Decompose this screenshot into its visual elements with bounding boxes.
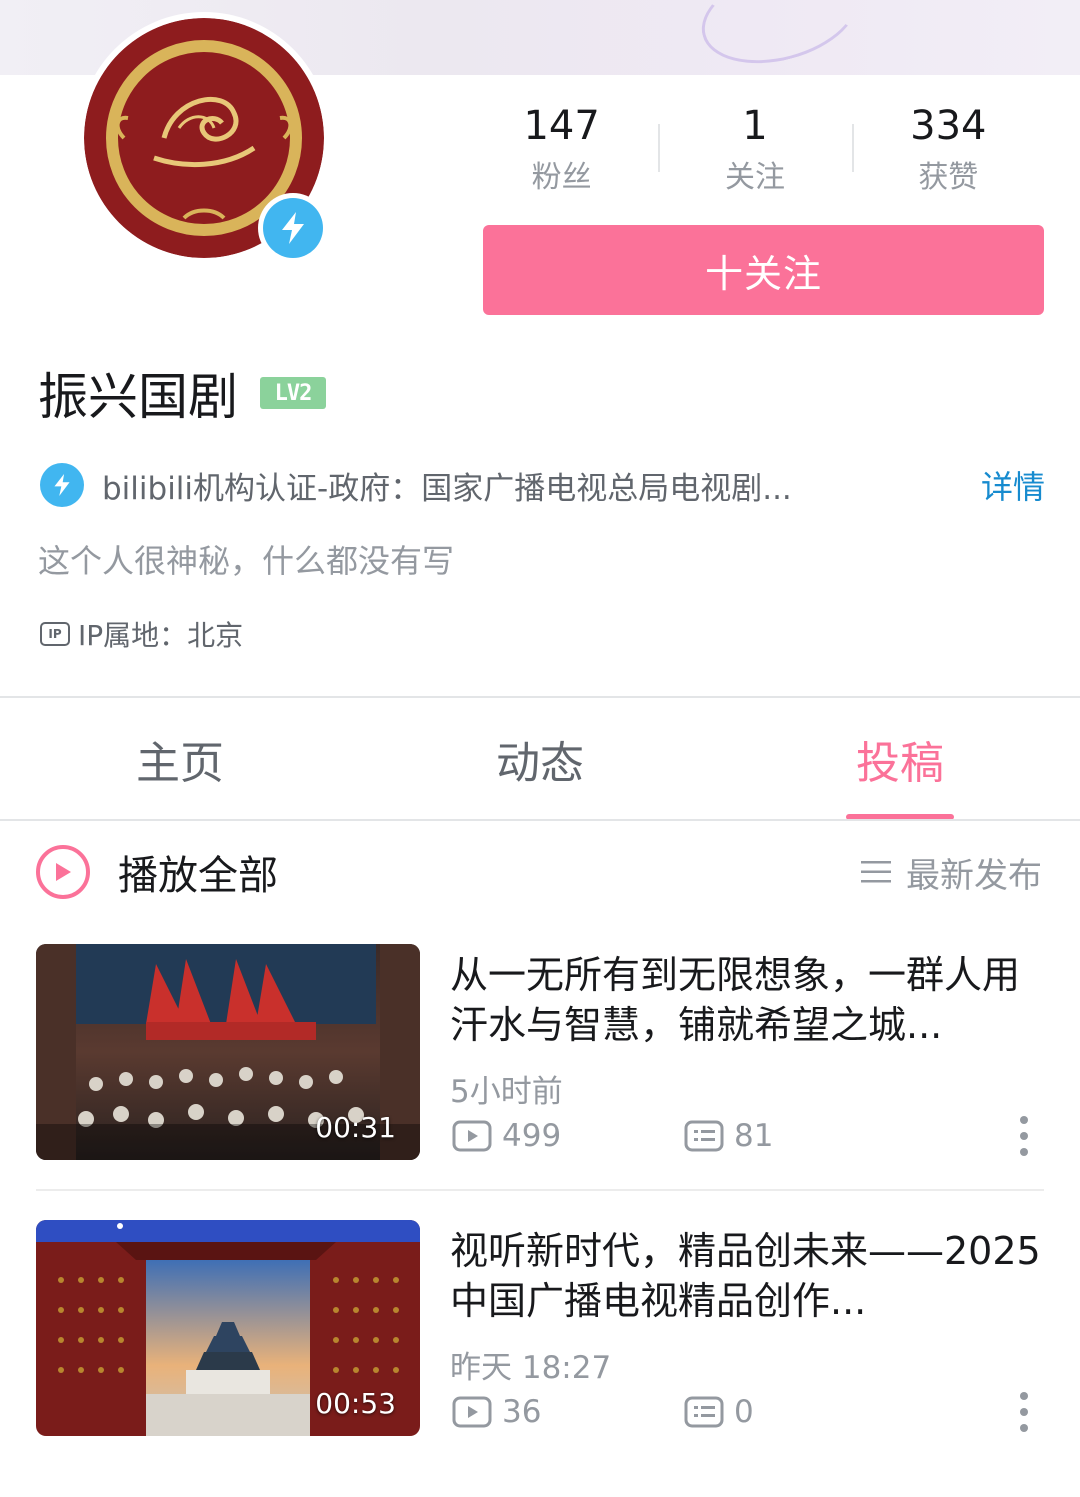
stat-label: 获赞: [918, 160, 979, 195]
certification-row: bilibili机构认证-政府：国家广播电视总局电视剧... 详情: [40, 460, 1045, 510]
video-duration: 00:31: [315, 1111, 396, 1144]
tab-dynamics[interactable]: 动态: [360, 698, 720, 820]
name-row: 振兴国剧 LV2: [38, 360, 326, 426]
follow-button[interactable]: 十关注: [483, 225, 1044, 315]
play-count-icon: [452, 1120, 492, 1152]
stat-fans[interactable]: 147 粉丝: [465, 100, 658, 200]
play-count-value: 499: [502, 1118, 562, 1154]
more-vertical-icon[interactable]: [1016, 1392, 1032, 1432]
play-count-icon: [452, 1396, 492, 1428]
sort-button[interactable]: 最新发布: [860, 850, 1042, 896]
play-all-label: 播放全部: [118, 853, 278, 899]
lightning-icon: [40, 463, 84, 507]
ip-location-text: IP属地：北京: [78, 619, 244, 652]
sort-label: 最新发布: [906, 855, 1042, 896]
video-thumbnail[interactable]: 00:31: [36, 944, 420, 1160]
video-thumbnail[interactable]: 00:53: [36, 1220, 420, 1436]
video-stats: 36 0: [452, 1392, 1044, 1432]
video-duration: 00:53: [315, 1387, 396, 1420]
video-time: 昨天 18:27: [450, 1350, 612, 1386]
danmaku-count: 0: [684, 1394, 754, 1430]
lightning-icon: [282, 212, 304, 244]
verified-badge: [258, 193, 328, 263]
stat-label: 关注: [724, 160, 785, 195]
play-circle-icon: [36, 845, 90, 899]
bio: 这个人很神秘，什么都没有写: [38, 542, 455, 580]
play-count-value: 36: [502, 1394, 542, 1430]
video-stats: 499 81: [452, 1116, 1044, 1156]
stat-likes[interactable]: 334 获赞: [851, 100, 1045, 200]
ip-icon: IP: [40, 622, 70, 646]
level-badge: LV2: [260, 377, 326, 409]
video-time: 5小时前: [450, 1074, 563, 1110]
video-item[interactable]: 00:53 视听新时代，精品创未来——2025中国广播电视精品创作... 昨天 …: [36, 1220, 1044, 1438]
danmaku-count: 81: [684, 1118, 773, 1154]
tab-uploads[interactable]: 投稿: [720, 698, 1080, 820]
play-count: 36: [452, 1394, 541, 1430]
username: 振兴国剧: [38, 368, 238, 426]
play-count: 499: [452, 1118, 561, 1154]
sort-list-icon: [861, 861, 891, 883]
stat-following[interactable]: 1 关注: [658, 100, 851, 200]
danmaku-icon: [684, 1120, 724, 1152]
stats-bar: 147 粉丝 1 关注 334 获赞: [465, 100, 1045, 200]
more-vertical-icon[interactable]: [1016, 1116, 1032, 1156]
video-title[interactable]: 视听新时代，精品创未来——2025中国广播电视精品创作...: [450, 1226, 1044, 1326]
danmaku-icon: [684, 1396, 724, 1428]
certification-text: bilibili机构认证-政府：国家广播电视总局电视剧...: [102, 470, 792, 507]
stat-value: 147: [523, 103, 600, 149]
ip-location: IP IP属地：北京: [40, 614, 243, 654]
danmaku-count-value: 0: [734, 1394, 754, 1430]
stat-value: 1: [742, 103, 768, 149]
divider: [0, 819, 1080, 821]
banner-decoration: [691, 0, 869, 75]
tab-home[interactable]: 主页: [0, 698, 360, 820]
tab-bar: 主页 动态 投稿: [0, 698, 1080, 820]
video-item[interactable]: 00:31 从一无所有到无限想象，一群人用汗水与智慧，铺就希望之城... 5小时…: [36, 944, 1044, 1162]
certification-detail-link[interactable]: 详情: [981, 462, 1045, 508]
stat-label: 粉丝: [531, 160, 592, 195]
stat-value: 334: [910, 103, 987, 149]
video-title[interactable]: 从一无所有到无限想象，一群人用汗水与智慧，铺就希望之城...: [450, 950, 1044, 1050]
danmaku-count-value: 81: [734, 1118, 774, 1154]
play-all-button[interactable]: 播放全部: [36, 842, 278, 902]
divider: [36, 1189, 1044, 1191]
